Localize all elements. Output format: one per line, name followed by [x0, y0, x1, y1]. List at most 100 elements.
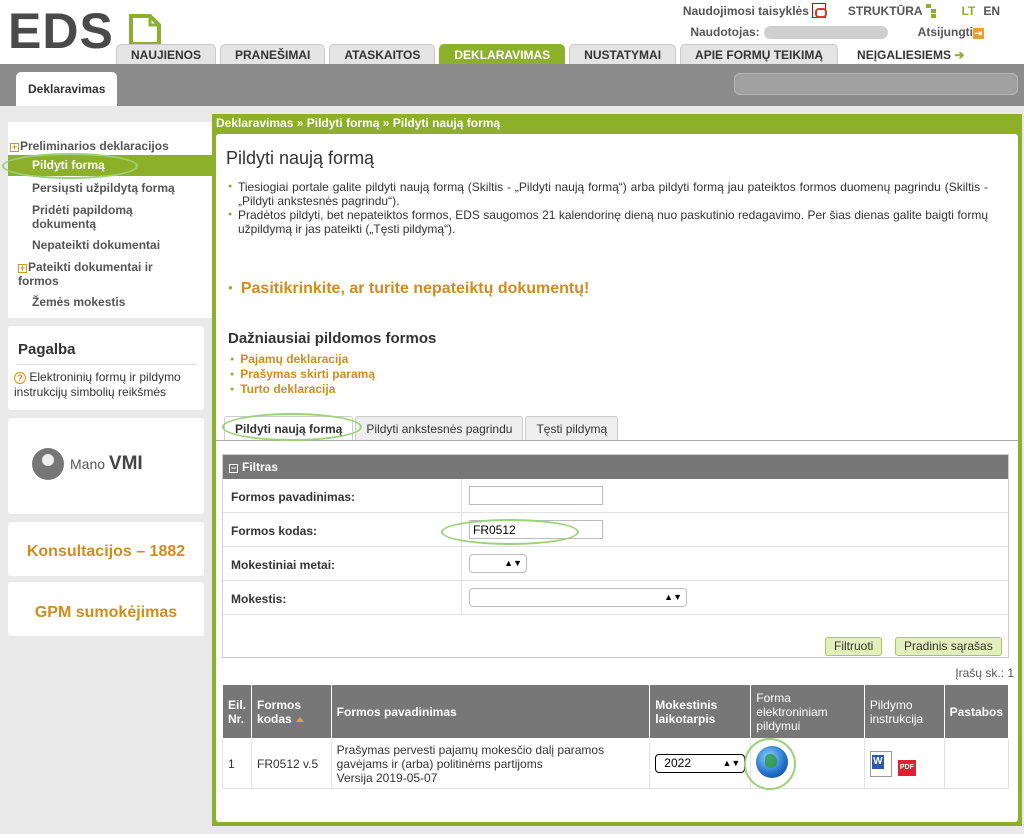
- filter-button[interactable]: Filtruoti: [825, 637, 883, 656]
- breadcrumb: Deklaravimas » Pildyti formą » Pildyti n…: [216, 116, 501, 130]
- nav-tab-pranesimai[interactable]: PRANEŠIMAI: [220, 44, 326, 65]
- nav-tab-ataskaitos[interactable]: ATASKAITOS: [329, 44, 436, 65]
- username-hidden: [763, 25, 888, 39]
- row-name: Prašymas pervesti pajamų mokesčio dalį p…: [330, 738, 651, 789]
- structure-link[interactable]: STRUKTŪRA: [848, 3, 936, 18]
- help-title: Pagalba: [18, 341, 76, 358]
- col-header: Pastabos: [943, 684, 1010, 739]
- col-header: Mokestinis laikotarpis: [649, 684, 752, 739]
- highlight-oval: [744, 738, 796, 790]
- filter-row-tax: Mokestis: ▲▼: [223, 581, 1008, 615]
- sidebar-item-preliminarios[interactable]: + Preliminarios deklaracijos: [10, 139, 169, 153]
- user-line: Naudotojas: Atsijungti ⇥: [690, 25, 984, 39]
- help-link[interactable]: ? Elektroninių formų ir pildymo instrukc…: [14, 370, 204, 400]
- frequent-forms-title: Dažniausiai pildomos formos: [228, 330, 437, 347]
- frequent-form-link[interactable]: Turto deklaracija: [230, 382, 375, 397]
- nav-tab-deklaravimas[interactable]: DEKLARAVIMAS: [439, 44, 566, 65]
- word-doc-icon[interactable]: [869, 750, 892, 777]
- col-header: Pildymo instrukcija: [863, 684, 945, 739]
- user-circle-icon: [32, 448, 64, 480]
- frequent-form-link[interactable]: Pajamų deklaracija: [230, 352, 375, 367]
- lang-en[interactable]: EN: [983, 4, 1000, 18]
- lang-lt[interactable]: LT: [962, 4, 976, 18]
- expand-icon: +: [10, 142, 19, 152]
- col-header: Eil. Nr.: [221, 684, 253, 739]
- row-instructions: [863, 738, 945, 789]
- sidebar-item-persiusti[interactable]: Persiųsti užpildytą formą: [32, 181, 175, 195]
- results-table: Eil. Nr. Formos kodas Formos pavadinimas…: [221, 684, 1010, 789]
- question-icon: ?: [14, 372, 26, 384]
- consult-banner[interactable]: Konsultacijos – 1882: [8, 522, 204, 576]
- highlight-oval: [222, 413, 362, 441]
- main-content: Pildyti naują formą Tiesiogiai portale g…: [216, 134, 1018, 822]
- tax-year-select[interactable]: ▲▼: [469, 554, 527, 573]
- divider: [216, 440, 1018, 441]
- row-notes: [943, 738, 1010, 789]
- reset-list-button[interactable]: Pradinis sąrašas: [895, 637, 1002, 656]
- filter-header[interactable]: − Filtras: [223, 455, 1008, 479]
- nav-tab-apie[interactable]: APIE FORMŲ TEIKIMĄ: [680, 44, 839, 65]
- row-period: 2022 ▲▼: [649, 738, 752, 789]
- logo-page-icon: [129, 14, 161, 46]
- eds-logo[interactable]: EDS: [8, 6, 114, 56]
- sort-asc-icon: [295, 716, 304, 722]
- sidebar-item-prideti[interactable]: Pridėti papildomą dokumentą: [32, 203, 192, 231]
- logout-icon: ⇥: [973, 28, 984, 39]
- nav-tab-nustatymai[interactable]: NUSTATYMAI: [569, 44, 677, 65]
- info-bullets: Tiesiogiai portale galite pildyti naują …: [228, 180, 988, 236]
- sidebar-item-nepateikti[interactable]: Nepateikti dokumentai: [32, 238, 160, 252]
- col-header-sortable[interactable]: Formos kodas: [251, 684, 332, 739]
- col-header: Formos pavadinimas: [330, 684, 651, 739]
- tab-previous-form[interactable]: Pildyti ankstesnės pagrindu: [355, 416, 524, 440]
- sidebar-menu: + Preliminarios deklaracijos Pildyti form…: [8, 122, 212, 318]
- table-row: 1 FR0512 v.5 Prašymas pervesti pajamų mo…: [221, 738, 1010, 789]
- filter-panel: − Filtras Formos pavadinimas: Formos koda…: [222, 454, 1009, 658]
- unsubmitted-docs-link[interactable]: Pasitikrinkite, ar turite nepateiktų dok…: [228, 280, 590, 298]
- row-nr: 1: [221, 738, 253, 789]
- consult-text: Konsultacijos – 1882: [26, 543, 186, 560]
- top-links: Naudojimosi taisyklės STRUKTŪRA LT EN: [683, 3, 1000, 18]
- pdf-icon: [811, 3, 827, 18]
- frequent-forms-list: Pajamų deklaracija Prašymas skirti param…: [230, 352, 375, 397]
- page-title: Pildyti naują formą: [226, 148, 375, 168]
- period-select[interactable]: 2022 ▲▼: [655, 754, 746, 773]
- sub-bar: Deklaravimas: [0, 64, 1024, 106]
- help-box: Pagalba ? Elektroninių formų ir pildymo …: [8, 326, 204, 410]
- sidebar-item-zemes[interactable]: Žemės mokestis: [32, 295, 125, 309]
- mano-vmi-logo: Mano VMI: [32, 448, 143, 480]
- highlight-oval: [441, 519, 579, 545]
- mano-vmi-banner[interactable]: Mano VMI: [8, 418, 204, 514]
- logout-link[interactable]: Atsijungti ⇥: [918, 25, 984, 39]
- search-input[interactable]: [734, 73, 1018, 95]
- frequent-form-link[interactable]: Prašymas skirti paramą: [230, 367, 375, 382]
- form-name-input[interactable]: [469, 486, 603, 505]
- main-nav: NAUJIENOS PRANEŠIMAI ATASKAITOS DEKLARAV…: [116, 44, 980, 65]
- pdf-doc-icon[interactable]: [895, 750, 918, 777]
- info-bullet: Tiesiogiai portale galite pildyti naują …: [228, 180, 988, 208]
- nav-tab-neigaliesiems[interactable]: NEĮGALIESIEMS ➔: [842, 44, 980, 65]
- subbar-tab-deklaravimas[interactable]: Deklaravimas: [16, 72, 118, 106]
- table-header-row: Eil. Nr. Formos kodas Formos pavadinimas…: [221, 684, 1010, 739]
- info-bullet: Pradėtos pildyti, bet nepateiktos formos…: [228, 208, 988, 236]
- row-code: FR0512 v.5: [251, 738, 332, 789]
- tax-select[interactable]: ▲▼: [469, 588, 687, 607]
- arrow-right-icon: ➔: [954, 48, 965, 62]
- highlight-oval: [2, 153, 138, 179]
- filter-row-name: Formos pavadinimas:: [223, 479, 1008, 513]
- records-count: Įrašų sk.: 1: [955, 666, 1014, 680]
- sidebar-item-pateikti[interactable]: + Pateikti dokumentai ir formos: [18, 260, 188, 288]
- main-panel: Deklaravimas » Pildyti formą » Pildyti n…: [212, 114, 1022, 826]
- divider: [16, 364, 196, 365]
- user-label: Naudotojas:: [690, 25, 760, 39]
- nav-tab-naujienos[interactable]: NAUJIENOS: [116, 44, 217, 65]
- col-header: Forma elektroniniam pildymui: [750, 684, 865, 739]
- collapse-icon: −: [229, 463, 238, 473]
- tree-icon: [925, 3, 936, 18]
- filter-row-year: Mokestiniai metai: ▲▼: [223, 547, 1008, 581]
- rules-link[interactable]: Naudojimosi taisyklės: [683, 3, 827, 18]
- gpm-banner[interactable]: GPM sumokėjimas: [8, 582, 204, 636]
- tab-continue[interactable]: Tęsti pildymą: [525, 416, 619, 440]
- gpm-text: GPM sumokėjimas: [34, 604, 178, 621]
- header: EDS Naudojimosi taisyklės STRUKTŪRA LT E…: [0, 0, 1024, 65]
- expand-icon: +: [18, 263, 27, 273]
